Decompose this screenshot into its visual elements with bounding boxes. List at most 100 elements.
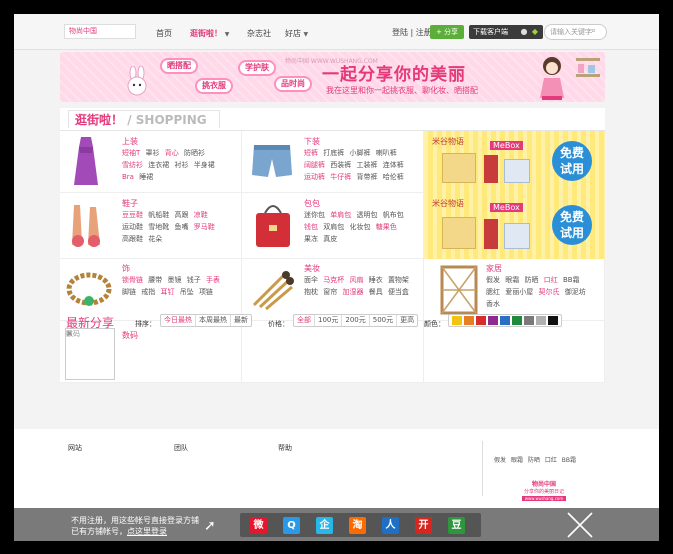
qq-icon[interactable]: 企 [316,517,333,534]
category-tag[interactable]: 假发 [486,276,500,284]
category-cell-bags[interactable]: 包包 迷你包 单肩包 透明包 帆布包 钱包 双肩包 化妆包 糖果色 果冻 真皮 [242,193,424,259]
category-tag[interactable]: 阔腿裤 [304,161,325,169]
category-tag[interactable]: 耳钉 [160,288,174,296]
douban-icon[interactable]: 豆 [448,517,465,534]
color-swatch[interactable] [512,316,522,325]
category-tag[interactable]: 西装裤 [330,161,351,169]
category-tag[interactable]: 背心 [165,149,179,157]
category-tag[interactable]: 哈伦裤 [383,173,404,181]
category-tag[interactable]: 糖果色 [376,223,397,231]
color-swatch[interactable] [536,316,546,325]
category-tag[interactable]: 短袖T [122,149,140,157]
category-tag[interactable]: 锁骨链 [122,276,143,284]
category-tag[interactable]: 打底裤 [323,149,344,157]
category-tag[interactable]: 防晒 [524,276,538,284]
category-tag[interactable]: 果冻 [304,235,318,243]
login-here-link[interactable]: 点这里登录 [127,527,167,536]
color-swatch[interactable] [476,316,486,325]
category-tag[interactable]: 运动鞋 [122,223,143,231]
footer-col-site[interactable]: 网站 [68,443,82,453]
category-tag[interactable]: 连体裤 [383,161,404,169]
category-tag[interactable]: 钱子 [187,276,201,284]
search-icon[interactable]: ⌕ [591,26,601,36]
category-tag[interactable]: 罗马鞋 [194,223,215,231]
color-swatch[interactable] [464,316,474,325]
category-tag[interactable]: 墨镜 [167,276,181,284]
category-tag[interactable]: 短裤 [304,149,318,157]
category-cell-home[interactable]: 家居 假发 眼霜 防晒 口红 BB霜 腮红 爱丽小屋 契尔氏 御泥坊 香水 [424,259,605,321]
category-tag[interactable]: 项链 [199,288,213,296]
category-tag[interactable]: BB霜 [563,276,580,284]
category-tag[interactable]: 工装裤 [356,161,377,169]
category-tag[interactable]: 马克杯 [323,276,344,284]
category-tag[interactable]: 手表 [206,276,220,284]
category-tag[interactable]: 衬衫 [174,161,188,169]
category-tag[interactable]: 爱丽小屋 [505,288,533,296]
close-icon[interactable] [567,512,593,538]
category-tag[interactable]: 喇叭裤 [376,149,397,157]
category-tag[interactable]: 化妆包 [349,223,370,231]
category-cell-shoes[interactable]: 鞋子 豆豆鞋 帆船鞋 高跟 凉鞋 运动鞋 雪地靴 鱼嘴 罗马鞋 高跟鞋 花朵 [60,193,242,259]
category-cell-tops[interactable]: 上装 短袖T 罩衫 背心 防晒衫 雪纺衫 连衣裙 衬衫 半身裙 Bra 睡裙 [60,131,242,193]
category-tag[interactable]: Bra [122,173,134,181]
renren-icon[interactable]: 人 [382,517,399,534]
category-tag[interactable]: 加湿器 [342,288,363,296]
category-tag[interactable]: 面伞 [304,276,318,284]
category-tag[interactable]: 脚链 [122,288,136,296]
category-tag[interactable]: 连衣裙 [148,161,169,169]
category-tag[interactable]: 戒指 [141,288,155,296]
promo-banner[interactable]: 晒搭配 挑衣服 学护肤 品时尚 物尚中国 WWW.WUSHANG.COM 一起分… [60,52,605,102]
nav-magazine[interactable]: 杂志社 [247,28,271,39]
category-tag[interactable]: 吊坠 [180,288,194,296]
category-tag[interactable]: 半身裙 [194,161,215,169]
category-tag[interactable]: 鱼嘴 [174,223,188,231]
category-tag[interactable]: 运动裤 [304,173,325,181]
footer-col-team[interactable]: 团队 [174,443,188,453]
category-tag[interactable]: 抱枕 [304,288,318,296]
category-tag[interactable]: 高跟 [174,211,188,219]
filter-option[interactable]: 本周最热 [196,315,231,326]
footer-logo[interactable]: 物尚中国 分享你的美丽日记 www.wushang.com [519,479,569,501]
site-logo[interactable]: 物尚中国 [64,24,136,39]
category-tag[interactable]: 契尔氏 [538,288,559,296]
filter-option[interactable]: 最新 [231,315,251,326]
qq-weibo-icon[interactable]: Q [283,517,300,534]
taobao-icon[interactable]: 淘 [349,517,366,534]
nav-shopping[interactable]: 逛街啦！ ▼ [190,28,229,39]
category-tag[interactable]: 凉鞋 [194,211,208,219]
category-tag[interactable]: 背带裤 [356,173,377,181]
category-tag[interactable]: 防晒衫 [184,149,205,157]
category-tag[interactable]: 腰带 [148,276,162,284]
filter-option[interactable]: 200元 [342,315,370,326]
kaixin-icon[interactable]: 开 [415,517,432,534]
color-swatch[interactable] [500,316,510,325]
category-tag[interactable]: 小脚裤 [349,149,370,157]
category-tag[interactable]: 腮红 [486,288,500,296]
category-tag[interactable]: 餐具 [369,288,383,296]
category-tag[interactable]: 御泥坊 [565,288,586,296]
nav-home[interactable]: 首页 [156,28,172,39]
category-tag[interactable]: 风扇 [349,276,363,284]
color-swatch[interactable] [452,316,462,325]
filter-option[interactable]: 全部 [294,315,315,326]
category-tag[interactable]: 单肩包 [330,211,351,219]
category-tag[interactable]: 双肩包 [323,223,344,231]
category-tag[interactable]: 迷你包 [304,211,325,219]
filter-option[interactable]: 更高 [397,315,417,326]
ad-free-trial[interactable]: 米谷物语 MeBox 免费 试用 [424,193,605,259]
category-cell-beauty[interactable]: 美妆 面伞 马克杯 风扇 睡衣 置物架 抱枕 窗帘 加湿器 餐具 便当盒 [242,259,424,321]
color-swatch[interactable] [548,316,558,325]
category-tag[interactable]: 窗帘 [323,288,337,296]
color-swatch[interactable] [488,316,498,325]
footer-link[interactable]: BB霜 [562,457,576,464]
category-tag[interactable]: 口红 [544,276,558,284]
category-cell-accessories[interactable]: 饰 锁骨链 腰带 墨镜 钱子 手表 脚链 戒指 耳钉 吊坠 项链 [60,259,242,321]
footer-link[interactable]: 防晒 [528,457,540,464]
category-tag[interactable]: 罩衫 [146,149,160,157]
category-cell-bottoms[interactable]: 下装 短裤 打底裤 小脚裤 喇叭裤 阔腿裤 西装裤 工装裤 连体裤 运动裤 牛仔… [242,131,424,193]
footer-link[interactable]: 口红 [545,457,557,464]
category-tag[interactable]: 置物架 [388,276,409,284]
weibo-icon[interactable]: 微 [250,517,267,534]
category-tag[interactable]: 睡裙 [139,173,153,181]
category-tag[interactable]: 牛仔裤 [330,173,351,181]
